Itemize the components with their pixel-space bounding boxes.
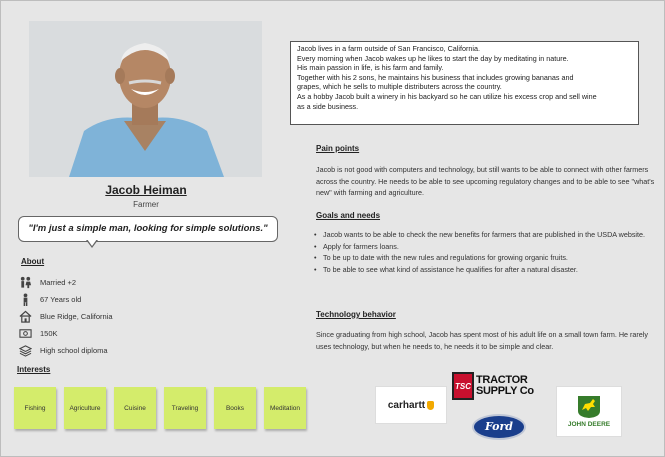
bio-line: grapes, which he sells to multiple distr…	[297, 82, 502, 92]
john-deere-logo: JOHN DEERE	[557, 387, 621, 436]
interest-note: Cuisine	[114, 387, 156, 429]
interest-note: Books	[214, 387, 256, 429]
bio-line: Jacob lives in a farm outside of San Fra…	[297, 44, 480, 53]
bio-line: As a hobby Jacob built a winery in his b…	[297, 91, 597, 101]
goal-item: To be able to see what kind of assistanc…	[314, 264, 654, 276]
tractor-supply-logo: TSC TRACTOR SUPPLY Co	[452, 367, 546, 405]
person-icon	[18, 293, 32, 307]
tsc-badge: TSC	[452, 372, 474, 400]
pain-points-text: Jacob is not good with computers and tec…	[316, 165, 655, 197]
bio-line: Every morning when Jacob wakes up he lik…	[297, 53, 569, 63]
about-item: Married +2	[18, 274, 218, 291]
goal-item: Jacob wants to be able to check the new …	[314, 229, 654, 241]
persona-photo	[29, 21, 262, 177]
interests-notes: Fishing Agriculture Cuisine Traveling Bo…	[14, 387, 306, 429]
quote-tail-fill	[87, 239, 97, 246]
about-item: Blue Ridge, California	[18, 308, 218, 325]
interests-heading: Interests	[17, 365, 51, 374]
persona-name: Jacob Heiman	[105, 183, 187, 197]
about-item: High school diploma	[18, 342, 218, 359]
interest-note: Fishing	[14, 387, 56, 429]
carhartt-mark-icon	[427, 400, 435, 410]
tech-text: Since graduating from high school, Jacob…	[316, 330, 648, 351]
money-icon	[18, 327, 32, 341]
books-icon	[18, 344, 32, 358]
goal-item: To be up to date with the new rules and …	[314, 252, 654, 264]
bio-line: as a side business.	[297, 101, 359, 111]
bio-line: Together with his 2 sons, he maintains h…	[297, 72, 574, 82]
goals-list: Jacob wants to be able to check the new …	[314, 229, 654, 275]
about-heading: About	[21, 257, 45, 266]
carhartt-logo: carhartt	[376, 387, 446, 423]
about-item: 150K	[18, 325, 218, 342]
deer-icon	[578, 396, 600, 418]
persona-role: Farmer	[133, 200, 159, 209]
pain-points-heading: Pain points	[316, 144, 360, 153]
about-list: Married +2 67 Years old Blue Ridge, Cali…	[18, 274, 218, 359]
interest-note: Meditation	[264, 387, 306, 429]
goal-item: Apply for farmers loans.	[314, 241, 654, 253]
home-icon	[18, 310, 32, 324]
people-icon	[18, 276, 32, 290]
interest-note: Agriculture	[64, 387, 106, 429]
interest-note: Traveling	[164, 387, 206, 429]
about-item: 67 Years old	[18, 291, 218, 308]
bio-box: Jacob lives in a farm outside of San Fra…	[290, 41, 639, 125]
ford-logo: Ford	[470, 410, 528, 443]
goals-heading: Goals and needs	[316, 211, 381, 220]
persona-quote: "I'm just a simple man, looking for simp…	[18, 216, 278, 242]
bio-line: His main passion in life, is his farm an…	[297, 63, 444, 73]
tech-heading: Technology behavior	[316, 310, 396, 319]
